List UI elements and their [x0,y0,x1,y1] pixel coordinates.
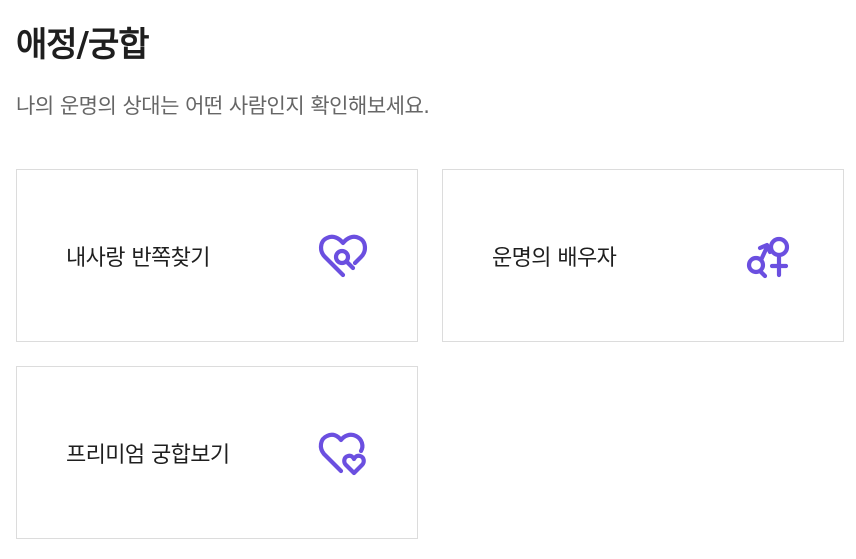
menu-card-grid: 내사랑 반쪽찾기 운명의 배우자 프리미엄 궁합보기 [16,169,844,539]
gender-symbols-icon [743,231,795,281]
card-find-my-love[interactable]: 내사랑 반쪽찾기 [16,169,418,342]
card-label: 내사랑 반쪽찾기 [66,245,210,271]
card-label: 프리미엄 궁합보기 [66,442,230,468]
card-destined-spouse[interactable]: 운명의 배우자 [442,169,844,342]
heart-search-icon [317,231,369,281]
page-title: 애정/궁합 [16,25,150,65]
card-premium-compatibility[interactable]: 프리미엄 궁합보기 [16,366,418,539]
page-subtitle: 나의 운명의 상대는 어떤 사람인지 확인해보세요. [16,94,430,118]
double-heart-icon [317,428,369,478]
card-label: 운명의 배우자 [492,245,617,271]
